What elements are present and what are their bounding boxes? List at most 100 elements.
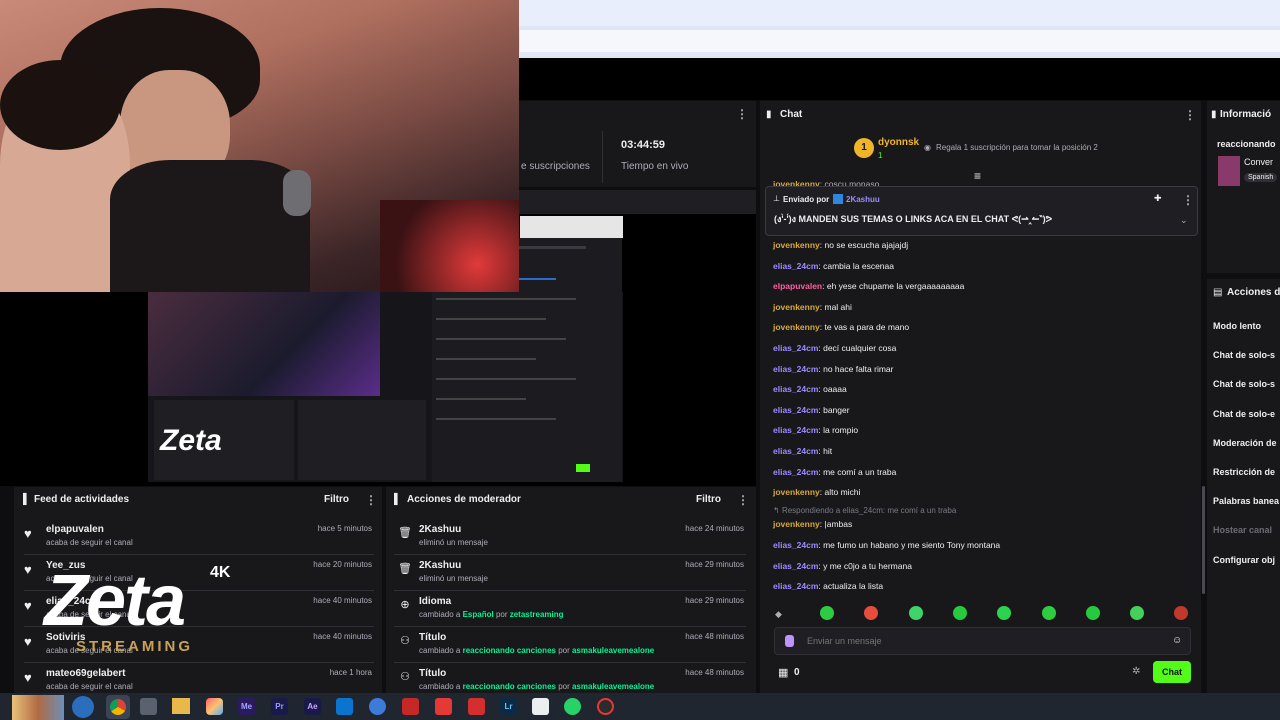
chat-input-box[interactable]: ☺ — [774, 627, 1191, 655]
quick-action-item[interactable]: Modo lento — [1213, 321, 1261, 331]
chat-message: jovenkenny: no se escucha ajajajdj — [773, 239, 1193, 251]
globe-app-icon[interactable] — [369, 698, 386, 715]
emote-picker-icon[interactable]: ☺ — [1172, 635, 1182, 646]
chat-username[interactable]: elias_24cm — [773, 446, 818, 456]
chat-message: elias_24cm: me fumo un habano y me sient… — [773, 539, 1193, 551]
quick-action-item[interactable]: Configurar obj — [1213, 555, 1275, 565]
pinned-menu-icon[interactable]: ⋮ — [1182, 193, 1194, 207]
chat-settings-icon[interactable]: ✲ — [1132, 666, 1140, 677]
emote-icon[interactable] — [952, 606, 967, 620]
after-effects-icon[interactable]: Ae — [304, 698, 321, 715]
chat-text: : no hace falta rimar — [818, 363, 894, 374]
channel-points-icon[interactable]: ▦ — [778, 666, 788, 679]
feed-item[interactable]: ♥ elpapuvalen acaba de seguir el canal hace… — [14, 522, 378, 558]
chat-text: : te vas a para de mano — [819, 322, 910, 333]
emote-icon[interactable] — [908, 606, 923, 620]
chat-message-reply: jovenkenny: |ambas — [773, 519, 853, 529]
quick-action-item[interactable]: Hostear canal — [1213, 525, 1272, 535]
chat-text: : mal ahi — [819, 301, 852, 312]
capcut-icon[interactable] — [532, 698, 549, 715]
mod-action-item[interactable]: 🗑 2Kashuu eliminó un mensaje hace 24 minuto… — [394, 522, 750, 558]
calculator-icon[interactable] — [140, 698, 157, 715]
live-time-label: Tiempo en vivo — [621, 161, 689, 172]
mod-action-sub: cambiado a reaccionando canciones por as… — [419, 646, 655, 655]
premiere-icon[interactable]: Pr — [271, 698, 288, 715]
person-shirt — [110, 160, 310, 292]
chat-message: elias_24cm: decí cualquier cosa — [773, 342, 1193, 354]
leaderboard-count: 1 — [878, 151, 883, 160]
chat-username[interactable]: elias_24cm — [773, 561, 818, 571]
anydesk-icon[interactable] — [435, 698, 452, 715]
quick-action-item[interactable]: Chat de solo-s — [1213, 350, 1275, 360]
acrobat-icon[interactable] — [468, 698, 485, 715]
globe-icon: ⊕ — [400, 599, 410, 611]
chat-username[interactable]: elias_24cm — [773, 405, 818, 415]
taskbar-thumbnail[interactable] — [12, 695, 64, 720]
quick-action-item[interactable]: Chat de solo-e — [1213, 409, 1275, 419]
chat-username[interactable]: jovenkenny — [773, 487, 820, 497]
stats-menu-icon[interactable]: ⋮ — [736, 107, 748, 121]
quick-action-item[interactable]: Moderación de — [1213, 438, 1277, 448]
chat-username[interactable]: elias_24cm — [773, 540, 818, 550]
folder-icon[interactable] — [172, 698, 190, 714]
mod-action-name: Título — [419, 632, 447, 643]
photos-icon[interactable] — [206, 698, 223, 715]
feed-item-name[interactable]: elpapuvalen — [46, 524, 104, 535]
emote-icon[interactable] — [820, 606, 834, 620]
chat-username[interactable]: elias_24cm — [773, 467, 818, 477]
mod-action-item[interactable]: 🗑 2Kashuu eliminó un mensaje hace 29 minuto… — [394, 558, 750, 594]
mod-menu-icon[interactable]: ⋮ — [737, 493, 749, 507]
emote-icon[interactable] — [1041, 606, 1056, 620]
chat-username[interactable]: jovenkenny — [773, 240, 820, 250]
taskbar — [0, 693, 1280, 720]
emote-icon[interactable] — [1130, 606, 1145, 620]
feed-menu-icon[interactable]: ⋮ — [365, 493, 377, 507]
edge-icon[interactable] — [72, 696, 94, 718]
bits-icon[interactable] — [785, 635, 794, 647]
lightroom-icon[interactable]: Lr — [500, 698, 517, 715]
obs-icon[interactable] — [597, 698, 614, 715]
mod-action-name: 2Kashuu — [419, 524, 462, 535]
outlook-icon[interactable] — [336, 698, 353, 715]
chat-scrollbar[interactable] — [1202, 486, 1205, 594]
quick-action-item[interactable]: Restricción de — [1213, 467, 1275, 477]
leaderboard-name[interactable]: dyonnsk — [878, 137, 919, 148]
quick-action-item[interactable]: Chat de solo-s — [1213, 379, 1275, 389]
mod-action-sub: eliminó un mensaje — [419, 538, 488, 547]
chat-message-input[interactable] — [805, 632, 1135, 650]
zeta-watermark: Zeta — [44, 561, 186, 641]
chat-text: : actualiza la lista — [818, 581, 884, 592]
chat-username[interactable]: jovenkenny — [773, 302, 820, 312]
address-bar[interactable] — [520, 30, 1280, 52]
info-lang-tag: Spanish — [1244, 173, 1278, 182]
chat-menu-icon[interactable]: ⋮ — [1184, 108, 1196, 122]
chat-send-button[interactable]: Chat — [1153, 661, 1191, 683]
chat-username[interactable]: elias_24cm — [773, 261, 818, 271]
pinned-user[interactable]: 2Kashuu — [846, 195, 880, 204]
chat-username[interactable]: elpapuvalen — [773, 281, 822, 291]
chat-username[interactable]: elias_24cm — [773, 384, 818, 394]
unpin-icon[interactable]: ✚ — [1154, 193, 1162, 204]
info-icon: ▮ — [1211, 109, 1217, 120]
media-encoder-icon[interactable]: Me — [238, 698, 255, 715]
security-app-icon[interactable] — [402, 698, 419, 715]
mod-action-item[interactable]: ⊕ Idioma cambiado a Español por zetastream… — [394, 594, 750, 630]
expand-chevron-icon[interactable]: ⌄ — [1180, 215, 1188, 226]
chat-username[interactable]: jovenkenny — [773, 322, 820, 332]
quick-action-item[interactable]: Palabras banea — [1213, 496, 1279, 506]
feed-filter-button[interactable]: Filtro — [324, 494, 349, 505]
heart-icon: ♥ — [24, 562, 32, 577]
chrome-icon[interactable] — [110, 699, 126, 715]
quick-emote-icon[interactable]: ◆ — [775, 609, 782, 620]
chat-message: elias_24cm: no hace falta rimar — [773, 363, 1193, 375]
mod-filter-button[interactable]: Filtro — [696, 494, 721, 505]
reply-context: ↰ Respondiendo a elias_24cm: me comí a u… — [773, 506, 957, 515]
whatsapp-icon[interactable] — [564, 698, 581, 715]
emote-icon[interactable] — [1085, 606, 1100, 620]
feed-item-name[interactable]: mateo69gelabert — [46, 668, 125, 679]
chat-username[interactable]: elias_24cm — [773, 343, 818, 353]
mod-action-item[interactable]: ⚇ Título cambiado a reaccionando canciones… — [394, 630, 750, 666]
chat-username[interactable]: elias_24cm — [773, 425, 818, 435]
chat-username[interactable]: elias_24cm — [773, 581, 818, 591]
chat-username[interactable]: elias_24cm — [773, 364, 818, 374]
